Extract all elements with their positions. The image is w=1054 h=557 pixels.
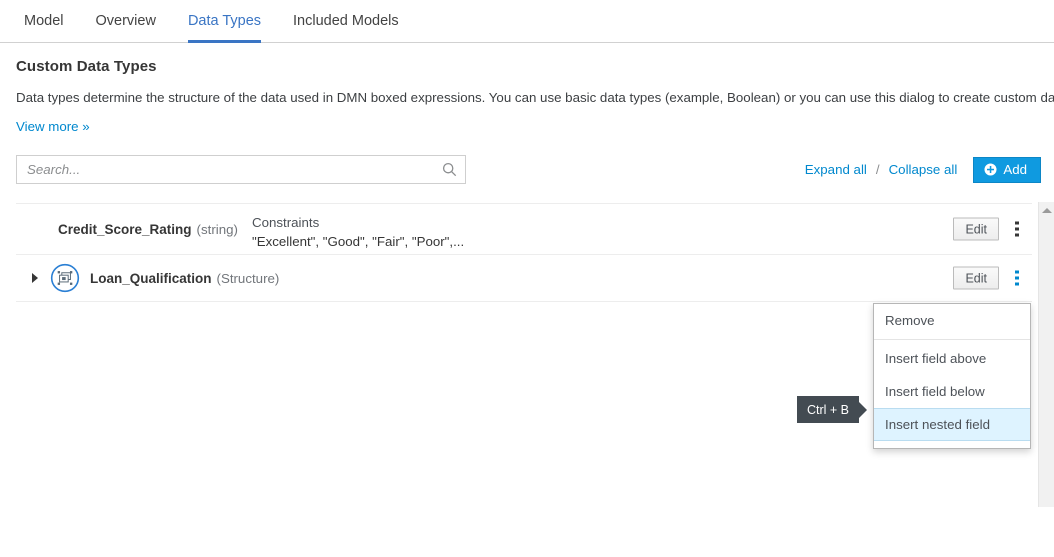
tab-overview[interactable]: Overview bbox=[80, 0, 172, 42]
data-type-row[interactable]: Loan_Qualification (Structure) Edit bbox=[16, 254, 1032, 302]
tab-bar: Model Overview Data Types Included Model… bbox=[0, 0, 1054, 43]
toolbar-actions: Expand all / Collapse all Add bbox=[805, 155, 1041, 184]
kebab-dot bbox=[1015, 221, 1019, 225]
context-menu: Remove Insert field above Insert field b… bbox=[873, 303, 1031, 449]
kebab-dot bbox=[1015, 276, 1019, 280]
plus-circle-icon bbox=[984, 163, 997, 176]
context-menu-divider bbox=[874, 339, 1030, 340]
context-menu-item-insert-nested-field[interactable]: Insert nested field bbox=[874, 408, 1030, 441]
collapse-all-link[interactable]: Collapse all bbox=[889, 162, 958, 177]
data-type-name-group: Credit_Score_Rating (string) bbox=[58, 222, 238, 237]
data-type-row[interactable]: Credit_Score_Rating (string) Constraints… bbox=[16, 203, 1032, 255]
data-type-name: Credit_Score_Rating bbox=[58, 222, 192, 237]
row-actions: Edit bbox=[953, 218, 1024, 241]
caret-up-icon[interactable] bbox=[1042, 208, 1052, 213]
kebab-dot bbox=[1015, 270, 1019, 274]
kebab-menu-icon[interactable] bbox=[1010, 268, 1024, 288]
page-title: Custom Data Types bbox=[16, 58, 1040, 75]
row-actions: Edit bbox=[953, 267, 1024, 290]
kebab-dot bbox=[1015, 227, 1019, 231]
structure-icon bbox=[50, 263, 80, 293]
kebab-dot bbox=[1015, 282, 1019, 286]
tab-included-models[interactable]: Included Models bbox=[277, 0, 415, 42]
constraints-label: Constraints bbox=[252, 213, 464, 232]
data-type-name-group: Loan_Qualification (Structure) bbox=[90, 271, 279, 286]
tab-label: Included Models bbox=[293, 13, 399, 29]
keyboard-shortcut-tooltip: Ctrl + B bbox=[797, 396, 859, 423]
context-menu-item-insert-field-below[interactable]: Insert field below bbox=[874, 375, 1030, 408]
tab-label: Overview bbox=[96, 13, 156, 29]
constraints-group: Constraints "Excellent", "Good", "Fair",… bbox=[252, 213, 464, 252]
expand-all-link[interactable]: Expand all bbox=[805, 162, 867, 177]
add-button[interactable]: Add bbox=[973, 157, 1041, 183]
kebab-menu-icon[interactable] bbox=[1010, 219, 1024, 239]
data-type-name: Loan_Qualification bbox=[90, 271, 212, 286]
context-menu-item-remove[interactable]: Remove bbox=[874, 304, 1030, 337]
data-type-kind: (Structure) bbox=[217, 271, 280, 286]
tab-label: Model bbox=[24, 13, 64, 29]
data-type-kind: (string) bbox=[197, 222, 238, 237]
separator: / bbox=[876, 162, 880, 177]
tab-label: Data Types bbox=[188, 13, 261, 29]
add-button-label: Add bbox=[1003, 162, 1027, 177]
tab-data-types[interactable]: Data Types bbox=[172, 0, 277, 42]
data-types-list: Credit_Score_Rating (string) Constraints… bbox=[16, 203, 1032, 302]
caret-right-icon[interactable] bbox=[30, 273, 40, 283]
search-input[interactable] bbox=[17, 156, 432, 183]
shortcut-label: Ctrl + B bbox=[807, 403, 849, 417]
caret-right-glyph bbox=[32, 273, 38, 283]
edit-button[interactable]: Edit bbox=[953, 267, 999, 290]
vertical-scrollbar[interactable] bbox=[1038, 202, 1054, 507]
search-box[interactable] bbox=[16, 155, 466, 184]
edit-button[interactable]: Edit bbox=[953, 218, 999, 241]
kebab-dot bbox=[1015, 233, 1019, 237]
toolbar: Expand all / Collapse all Add bbox=[0, 155, 1054, 185]
page-description: Data types determine the structure of th… bbox=[16, 89, 1040, 106]
constraints-value: "Excellent", "Good", "Fair", "Poor",... bbox=[252, 232, 464, 251]
context-menu-item-insert-field-above[interactable]: Insert field above bbox=[874, 342, 1030, 375]
search-icon[interactable] bbox=[442, 162, 457, 177]
view-more-link[interactable]: View more » bbox=[16, 119, 90, 134]
tab-model[interactable]: Model bbox=[8, 0, 80, 42]
page-header: Custom Data Types Data types determine t… bbox=[16, 58, 1040, 134]
